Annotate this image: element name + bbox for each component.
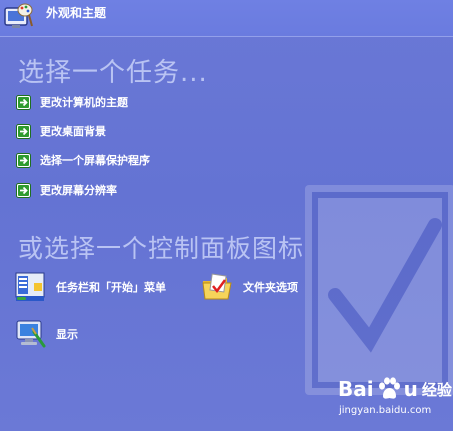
baidu-paw-icon	[378, 377, 400, 399]
cp-item-label: 显示	[56, 328, 78, 341]
cp-taskbar-start-menu[interactable]: 任务栏和「开始」菜单	[14, 271, 166, 303]
header-bar: 外观和主题	[0, 0, 453, 37]
task-label: 更改计算机的主题	[40, 96, 128, 109]
green-arrow-icon	[16, 123, 31, 139]
baidu-jingyan-watermark: Bai u 经验	[338, 377, 452, 401]
cp-item-label: 文件夹选项	[243, 281, 298, 294]
task-change-desktop-background[interactable]: 更改桌面背景	[16, 122, 106, 140]
control-panel-window: 外观和主题 选择一个任务... 更改计算机的主题 更改桌面背景 选择一个屏幕保护…	[0, 0, 453, 431]
baidu-text-jingyan: 经验	[421, 380, 452, 399]
cp-item-label: 任务栏和「开始」菜单	[56, 281, 166, 294]
task-label: 更改屏幕分辨率	[40, 184, 117, 197]
taskbar-start-menu-icon	[15, 272, 45, 301]
window-title: 外观和主题	[46, 6, 107, 20]
green-arrow-icon	[16, 94, 31, 110]
baidu-text-bai: Bai	[338, 377, 374, 401]
task-label: 选择一个屏幕保护程序	[40, 154, 150, 167]
task-change-theme[interactable]: 更改计算机的主题	[16, 93, 128, 111]
appearance-themes-icon	[4, 3, 33, 28]
task-choose-screensaver[interactable]: 选择一个屏幕保护程序	[16, 151, 150, 169]
pick-task-heading: 选择一个任务...	[18, 58, 208, 88]
task-label: 更改桌面背景	[40, 125, 106, 138]
green-arrow-icon	[16, 182, 31, 198]
green-arrow-icon	[16, 152, 31, 168]
baidu-jingyan-url: jingyan.baidu.com	[339, 405, 432, 416]
display-icon	[16, 320, 46, 348]
baidu-text-u: u	[403, 377, 418, 401]
cp-folder-options[interactable]: 文件夹选项	[201, 271, 298, 303]
folder-options-icon	[202, 273, 232, 300]
pick-control-panel-icon-heading: 或选择一个控制面板图标	[18, 234, 305, 263]
cp-display[interactable]: 显示	[14, 318, 78, 350]
task-change-resolution[interactable]: 更改屏幕分辨率	[16, 181, 117, 199]
